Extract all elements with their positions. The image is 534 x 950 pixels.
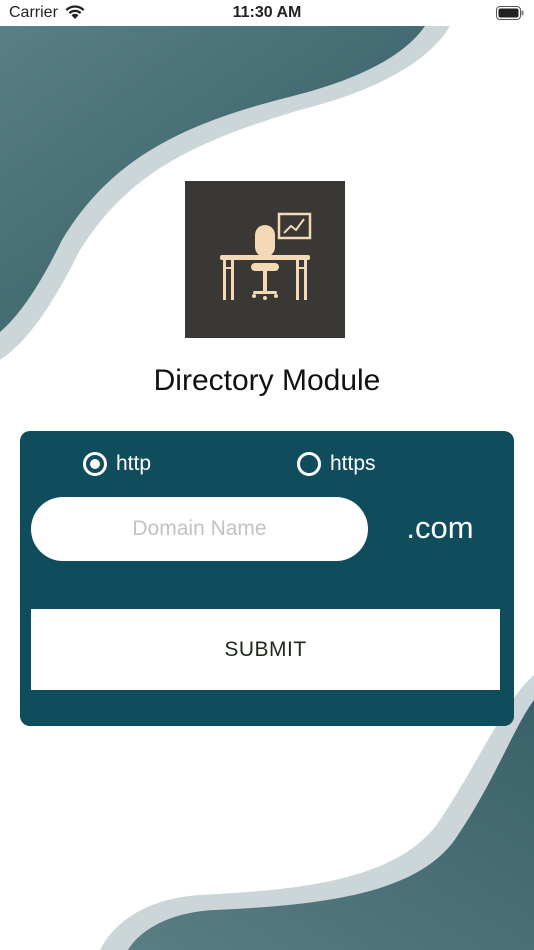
clock-time: 11:30 AM — [232, 4, 302, 21]
battery-icon — [496, 6, 524, 20]
radio-selected-icon[interactable] — [83, 452, 107, 476]
radio-http-label: http — [116, 452, 152, 475]
office-desk-icon — [220, 212, 312, 300]
submit-button[interactable]: SUBMIT — [31, 609, 500, 690]
radio-http[interactable]: http — [83, 449, 151, 479]
page-title: Directory Module — [153, 364, 381, 397]
domain-name-input[interactable] — [31, 497, 368, 561]
radio-unselected-icon[interactable] — [297, 452, 321, 476]
radio-https-label: https — [330, 452, 376, 475]
status-bar: Carrier 11:30 AM — [0, 0, 534, 26]
tld-label: .com — [406, 510, 474, 545]
app-logo — [185, 181, 345, 338]
radio-https[interactable]: https — [297, 449, 376, 479]
